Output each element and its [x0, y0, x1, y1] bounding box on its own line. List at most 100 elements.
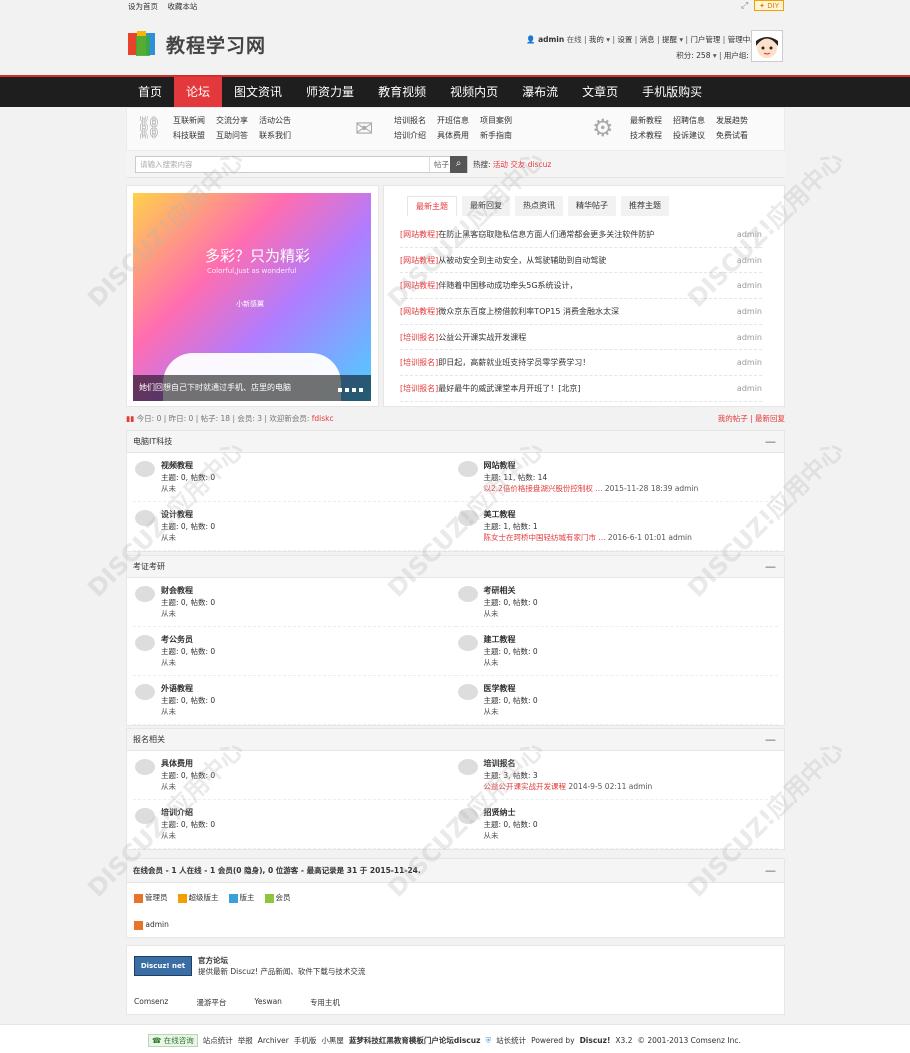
forum-name[interactable]: 外语教程 — [161, 683, 193, 694]
forum-bubble-icon[interactable] — [135, 808, 155, 824]
topic-title[interactable]: 在防止黑客窃取隐私信息方面人们通常都会更多关注软件防护 — [438, 230, 654, 239]
my-posts-link[interactable]: 我的帖子 — [718, 414, 748, 423]
topic-author[interactable]: admin — [737, 248, 762, 274]
topic-category[interactable]: [网站教程] — [400, 307, 438, 316]
topic-row[interactable]: [网站教程]伴随着中国移动成功牵头5G系统设计， admin — [400, 273, 762, 300]
topic-category[interactable]: [网站教程] — [400, 256, 438, 265]
section-title[interactable]: 考证考研 — [133, 562, 165, 571]
forum-bubble-icon[interactable] — [457, 586, 478, 602]
forum-name[interactable]: 招贤纳士 — [484, 807, 516, 818]
subnav-item[interactable]: 互助问答 — [216, 130, 248, 141]
theme-link[interactable]: 蓝梦科技红黑教育模板门户论坛discuz — [349, 1035, 481, 1046]
friend-link[interactable]: Comsenz — [134, 997, 168, 1008]
site-logo[interactable]: 教程学习网 — [126, 28, 266, 60]
tab-latest-replies[interactable]: 最新回复 — [462, 196, 510, 216]
forum-name[interactable]: 美工教程 — [484, 509, 516, 520]
subnav-item[interactable]: 联系我们 — [259, 130, 291, 141]
discuz-logo[interactable]: Discuz! net — [134, 956, 192, 976]
last-post-link[interactable]: 陈女士在珂桥中国轻纺城有家门市 ... — [484, 533, 606, 542]
forum-name[interactable]: 培训介绍 — [161, 807, 193, 818]
topic-category[interactable]: [培训报名] — [400, 384, 438, 393]
online-header[interactable]: 在线会员 - 1 人在线 - 1 会员(0 隐身), 0 位游客 - 最高记录是… — [127, 859, 784, 883]
forum-name[interactable]: 考公务员 — [161, 634, 193, 645]
topic-author[interactable]: admin — [737, 376, 762, 402]
subnav-item[interactable]: 技术教程 — [630, 130, 662, 141]
forum-name[interactable]: 设计教程 — [161, 509, 193, 520]
search-button[interactable]: ⌕ — [450, 156, 467, 173]
topic-title[interactable]: 最好最牛的威武课堂本月开班了！[北京] — [438, 384, 580, 393]
forum-name[interactable]: 网站教程 — [484, 460, 516, 471]
topic-author[interactable]: admin — [737, 273, 762, 299]
friend-link[interactable]: 漫游平台 — [196, 997, 226, 1008]
hot-item[interactable]: 活动 — [493, 160, 508, 169]
online-user[interactable]: admin — [134, 920, 169, 930]
tab-digest[interactable]: 精华帖子 — [568, 196, 616, 216]
forum-bubble-icon[interactable] — [135, 461, 155, 477]
forum-name[interactable]: 考研相关 — [484, 585, 516, 596]
new-member-link[interactable]: fdiskc — [312, 414, 334, 423]
forum-bubble-icon[interactable] — [457, 808, 478, 824]
forum-bubble-icon[interactable] — [457, 759, 478, 775]
subnav-item[interactable]: 新手指南 — [480, 130, 512, 141]
nav-news[interactable]: 图文资讯 — [222, 77, 294, 107]
forum-bubble-icon[interactable] — [457, 461, 478, 477]
topic-title[interactable]: 从被动安全到主动安全，从驾驶辅助到自动驾驶 — [438, 256, 606, 265]
forum-bubble-icon[interactable] — [135, 586, 155, 602]
slide-dot[interactable] — [338, 388, 342, 392]
subnav-item[interactable]: 投诉建议 — [673, 130, 705, 141]
nav-waterfall[interactable]: 瀑布流 — [510, 77, 570, 107]
subnav-item[interactable]: 互联新闻 — [173, 115, 205, 126]
menu-messages[interactable]: 消息 — [640, 35, 655, 44]
subnav-item[interactable]: 科技联盟 — [173, 130, 205, 141]
forum-name[interactable]: 财会教程 — [161, 585, 193, 596]
forum-bubble-icon[interactable] — [135, 510, 155, 526]
subnav-item[interactable]: 具体费用 — [437, 130, 469, 141]
topic-title[interactable]: 公益公开课实战开发课程 — [438, 333, 526, 342]
forum-bubble-icon[interactable] — [135, 759, 155, 775]
subnav-item[interactable]: 免费试看 — [716, 130, 748, 141]
forum-name[interactable]: 具体费用 — [161, 758, 193, 769]
subnav-item[interactable]: 培训报名 — [394, 115, 426, 126]
subnav-item[interactable]: 培训介绍 — [394, 130, 426, 141]
forum-name[interactable]: 建工教程 — [484, 634, 516, 645]
subnav-item[interactable]: 最新教程 — [630, 115, 662, 126]
bookmark-link[interactable]: 收藏本站 — [167, 2, 197, 11]
search-input[interactable]: 请输入搜索内容 帖子 ▾ — [135, 156, 468, 173]
footer-link[interactable]: 手机版 — [294, 1035, 317, 1046]
subnav-item[interactable]: 发展趋势 — [716, 115, 748, 126]
collapse-toggle[interactable]: — — [765, 729, 776, 751]
section-header[interactable]: 电脑IT科技 — — [127, 431, 784, 453]
avatar[interactable] — [751, 30, 783, 62]
forum-bubble-icon[interactable] — [135, 635, 155, 651]
slide-dot[interactable] — [352, 388, 356, 392]
set-home-link[interactable]: 设为首页 — [128, 2, 158, 11]
collapse-toggle[interactable]: — — [765, 556, 776, 578]
topic-category[interactable]: [培训报名] — [400, 358, 438, 367]
topic-row[interactable]: [网站教程]微众京东百度上榜借款利率TOP15 消费金融水太深 admin — [400, 299, 762, 325]
username-link[interactable]: admin — [538, 35, 564, 44]
topic-row[interactable]: [网站教程]在防止黑客窃取隐私信息方面人们通常都会更多关注软件防护 admin — [400, 222, 762, 248]
last-post-link[interactable]: 以2.2倍价格接盘湖兴股份控制权 ... — [484, 484, 603, 493]
subnav-item[interactable]: 招聘信息 — [673, 115, 705, 126]
menu-portal-admin[interactable]: 门户管理 — [690, 35, 720, 44]
nav-video-page[interactable]: 视频内页 — [438, 77, 510, 107]
topic-title[interactable]: 即日起，高薪就业班支持学员零学费学习！ — [438, 358, 590, 367]
footer-link[interactable]: 小黑屋 — [321, 1035, 344, 1046]
subnav-item[interactable]: 开班信息 — [437, 115, 469, 126]
friend-link[interactable]: Yeswan — [254, 997, 282, 1008]
nav-mobile-buy[interactable]: 手机版购买 — [630, 77, 714, 107]
section-title[interactable]: 电脑IT科技 — [133, 437, 172, 446]
topic-title[interactable]: 伴随着中国移动成功牵头5G系统设计， — [438, 281, 577, 290]
section-title[interactable]: 报名相关 — [133, 735, 165, 744]
forum-name[interactable]: 培训报名 — [484, 758, 516, 769]
subnav-item[interactable]: 活动公告 — [259, 115, 291, 126]
section-header[interactable]: 考证考研 — — [127, 556, 784, 578]
topic-author[interactable]: admin — [737, 325, 762, 351]
nav-article[interactable]: 文章页 — [570, 77, 630, 107]
collapse-toggle[interactable]: — — [765, 431, 776, 453]
nav-teachers[interactable]: 师资力量 — [294, 77, 366, 107]
tab-latest-topics[interactable]: 最新主题 — [407, 196, 457, 216]
section-header[interactable]: 报名相关 — — [127, 729, 784, 751]
topic-category[interactable]: [网站教程] — [400, 281, 438, 290]
collapse-toggle[interactable]: — — [765, 859, 776, 883]
